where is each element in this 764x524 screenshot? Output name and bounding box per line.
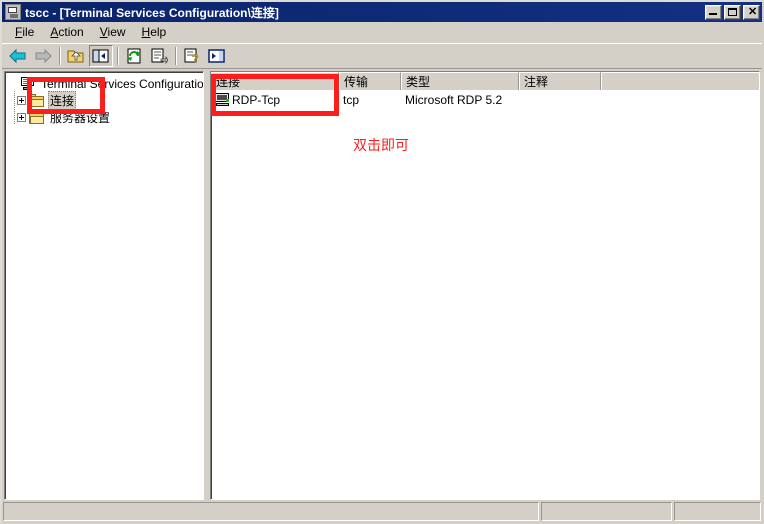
window-title: tscc - [Terminal Services Configuration\…: [25, 5, 279, 20]
toolbar-separator-2: [117, 47, 119, 65]
back-button[interactable]: [6, 45, 30, 67]
up-one-level-button[interactable]: [64, 45, 88, 67]
menu-item-file[interactable]: File: [7, 23, 42, 41]
back-arrow-icon: [9, 48, 26, 64]
status-pane-3: [674, 502, 761, 521]
cell-connection-text: RDP-Tcp: [232, 92, 281, 107]
menu-item-help-label-rest: elp: [150, 24, 167, 39]
refresh-button[interactable]: [122, 45, 146, 67]
tree-item-root-label: Terminal Services Configuration: [41, 76, 204, 91]
tree-item-connections-label: 连接: [48, 91, 77, 110]
table-row[interactable]: RDP-Tcp tcp Microsoft RDP 5.2: [211, 90, 759, 109]
up-one-level-icon: [67, 50, 84, 63]
tool-bar: ?: [2, 43, 762, 69]
console-tree-pane[interactable]: Terminal Services Configuration 连接 服务器设置: [4, 71, 204, 500]
expand-collapse-icon-server-settings[interactable]: [17, 113, 26, 122]
status-pane-2: [541, 502, 672, 521]
menu-item-help[interactable]: Help: [134, 23, 175, 41]
status-bar: [3, 502, 761, 521]
tree-item-connections[interactable]: 连接: [8, 91, 203, 110]
help-button[interactable]: ?: [180, 45, 204, 67]
show-action-pane-button[interactable]: [205, 45, 229, 67]
cell-comment: [519, 90, 601, 109]
results-list-pane[interactable]: 连接 传输 类型 注释 RDP-Tcp tcp Microsoft RDP 5.…: [210, 71, 760, 500]
export-list-button[interactable]: [147, 45, 171, 67]
computer-icon: [20, 76, 36, 91]
menu-item-action-label-rest: ction: [58, 24, 84, 39]
application-window: tscc - [Terminal Services Configuration\…: [0, 0, 764, 524]
forward-arrow-icon: [35, 48, 52, 64]
menu-item-action[interactable]: Action: [42, 23, 91, 41]
help-icon: ?: [184, 48, 199, 64]
forward-button[interactable]: [31, 45, 55, 67]
column-header-filler: [601, 72, 759, 90]
close-button[interactable]: ✕: [743, 4, 760, 20]
tree-item-server-settings-label: 服务器设置: [50, 111, 111, 125]
column-header-connection[interactable]: 连接: [211, 72, 339, 90]
toolbar-separator-1: [59, 47, 61, 65]
mmc-console-icon: [5, 4, 21, 20]
menu-bar: File Action View Help: [2, 22, 762, 42]
status-pane-1: [3, 502, 539, 521]
close-icon: ✕: [748, 5, 758, 18]
export-list-icon: [151, 48, 168, 64]
cell-transport: tcp: [343, 92, 360, 107]
column-header-type[interactable]: 类型: [401, 72, 519, 90]
column-header-transport[interactable]: 传输: [339, 72, 401, 90]
column-header-comment[interactable]: 注释: [519, 72, 601, 90]
window-controls: ✕: [705, 4, 760, 20]
show-hide-console-tree-button[interactable]: [89, 45, 113, 67]
expand-collapse-icon-connections[interactable]: [17, 96, 26, 105]
refresh-icon: [127, 48, 141, 64]
folder-icon-connections: [29, 93, 45, 108]
menu-item-view[interactable]: View: [92, 23, 134, 41]
cell-type: Microsoft RDP 5.2: [405, 92, 503, 107]
title-bar[interactable]: tscc - [Terminal Services Configuration\…: [2, 2, 762, 22]
minimize-button[interactable]: [705, 4, 722, 20]
client-area: Terminal Services Configuration 连接 服务器设置…: [4, 71, 760, 500]
list-header-row: 连接 传输 类型 注释: [211, 72, 759, 90]
show-action-pane-icon: [208, 49, 225, 63]
console-tree: Terminal Services Configuration 连接 服务器设置: [5, 72, 203, 126]
toolbar-separator-3: [175, 47, 177, 65]
tree-item-root[interactable]: Terminal Services Configuration: [8, 75, 203, 92]
cell-connection: RDP-Tcp: [211, 90, 339, 109]
folder-icon-server-settings: [29, 110, 45, 125]
maximize-button[interactable]: [724, 4, 741, 20]
show-hide-console-tree-icon: [92, 49, 109, 63]
svg-text:?: ?: [192, 53, 199, 64]
menu-item-file-label-rest: ile: [22, 24, 35, 39]
tree-item-server-settings[interactable]: 服务器设置: [8, 109, 203, 126]
rdp-connection-icon: [215, 92, 231, 107]
menu-item-view-label-rest: iew: [107, 24, 126, 39]
tree-connector-lines: [14, 90, 15, 124]
